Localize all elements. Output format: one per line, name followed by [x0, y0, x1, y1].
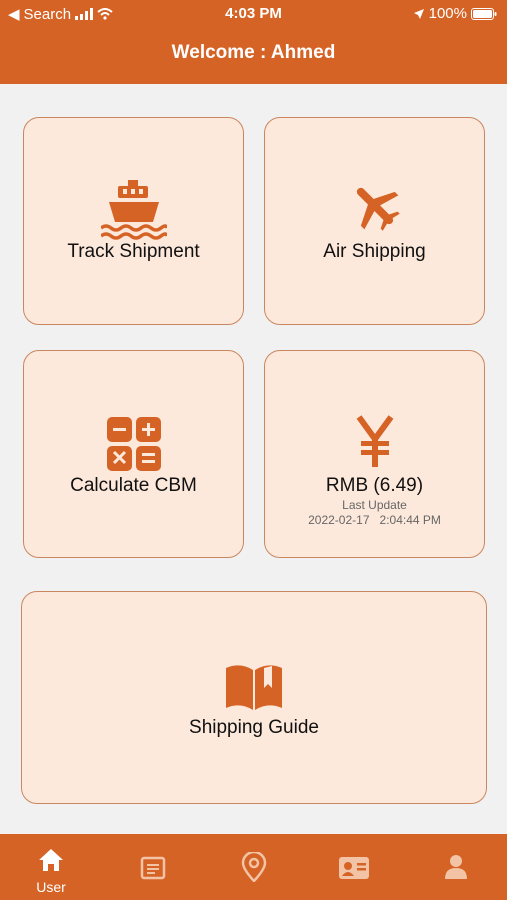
rmb-rate-label: RMB (6.49) [325, 475, 424, 496]
calculator-icon [106, 417, 161, 471]
bottom-tab-bar: User [0, 834, 507, 900]
airplane-icon [356, 187, 400, 231]
calculate-cbm-card[interactable]: Calculate CBM [23, 350, 244, 558]
profile-icon [445, 855, 467, 879]
status-bar: ◀ Search 4:03 PM 100% [0, 0, 507, 28]
last-update-date: 2022-02-17 [308, 513, 370, 527]
location-arrow-icon [413, 8, 424, 19]
rmb-rate-card[interactable]: RMB (6.49) Last Update 2022-02-17 2:04:4… [264, 350, 485, 558]
tab-user-label: User [36, 879, 66, 895]
yen-icon [356, 415, 393, 467]
shipping-guide-card[interactable]: Shipping Guide [21, 591, 487, 804]
air-shipping-card[interactable]: Air Shipping [264, 117, 485, 325]
battery-icon [471, 7, 497, 20]
last-update-time: 2:04:44 PM [379, 513, 441, 527]
home-icon [39, 849, 63, 871]
ship-icon [100, 180, 167, 240]
book-icon [226, 665, 282, 710]
track-shipment-card[interactable]: Track Shipment [23, 117, 244, 325]
battery-percent: 100% [428, 5, 467, 22]
last-update-datetime: 2022-02-17 2:04:44 PM [265, 513, 484, 527]
tab-user[interactable]: User [21, 848, 81, 895]
tab-location[interactable] [224, 850, 284, 887]
shipping-guide-label: Shipping Guide [189, 717, 319, 738]
last-update-label: Last Update [342, 498, 407, 512]
tab-profile[interactable] [426, 854, 486, 885]
tab-contact[interactable] [324, 856, 384, 885]
status-right: 100% [413, 5, 497, 22]
track-shipment-label: Track Shipment [67, 241, 200, 262]
orders-icon [140, 856, 166, 880]
calculate-cbm-label: Calculate CBM [70, 475, 197, 496]
top-bar: ◀ Search 4:03 PM 100% Welcome: Ahmed [0, 0, 507, 84]
contact-card-icon [339, 857, 369, 879]
air-shipping-label: Air Shipping [323, 241, 426, 262]
location-icon [241, 850, 267, 883]
tab-orders[interactable] [123, 856, 183, 885]
welcome-title: Welcome : Ahmed [171, 42, 336, 63]
